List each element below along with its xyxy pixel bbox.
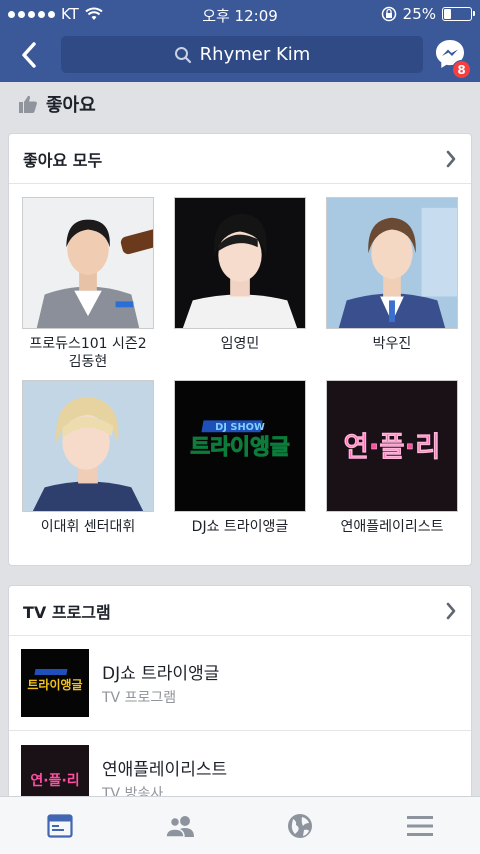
nav-bar: Rhymer Kim 8 <box>0 28 480 82</box>
likes-section-header: 좋아요 <box>0 82 480 126</box>
show-logo: 트라이앵글 <box>21 649 89 717</box>
battery-percent: 25% <box>402 5 436 23</box>
tab-menu[interactable] <box>390 801 450 851</box>
tab-notifications[interactable] <box>270 801 330 851</box>
messenger-badge: 8 <box>452 60 471 79</box>
like-item-name: 프로듀스101 시즌2 <box>29 336 147 352</box>
tab-news-feed[interactable] <box>30 801 90 851</box>
profile-photo <box>22 197 154 329</box>
tv-program-category: TV 프로그램 <box>102 690 177 706</box>
like-item[interactable]: 임영민 <box>174 197 306 353</box>
like-item[interactable]: 연·플·리 연애플레이리스트 <box>326 380 458 536</box>
tv-programs-header[interactable]: TV 프로그램 <box>9 586 471 636</box>
like-item-label: 박우진 <box>372 336 412 352</box>
profile-photo <box>174 197 306 329</box>
news-feed-icon <box>47 813 73 838</box>
status-bar: KT 오후 12:09 25% <box>0 0 480 28</box>
like-item[interactable]: 이대휘 센터대휘 <box>22 380 154 536</box>
like-item[interactable]: 프로듀스101 시즌2 김동현 <box>22 197 154 371</box>
all-likes-card: 좋아요 모두 프로듀스101 시즌2 김동현 임영민 박우진 이대휘 센터대휘 … <box>9 134 471 565</box>
wifi-icon <box>85 7 103 20</box>
bottom-tab-bar <box>0 796 480 854</box>
show-logo: 연·플·리 <box>326 380 458 512</box>
friends-icon <box>165 815 194 838</box>
chevron-right-icon <box>446 150 456 167</box>
like-item[interactable]: DJ SHOW 트라이앵글 DJ쇼 트라이앵글 <box>174 380 306 536</box>
menu-icon <box>407 815 433 836</box>
all-likes-title: 좋아요 모두 <box>23 150 103 170</box>
like-item-label: 임영민 <box>220 336 260 352</box>
thumbs-up-icon <box>19 95 37 113</box>
logo-text: 트라이앵글 <box>190 435 290 460</box>
signal-icon <box>8 10 55 18</box>
battery-icon <box>442 7 475 21</box>
tv-programs-card: TV 프로그램 트라이앵글 DJ쇼 트라이앵글 TV 프로그램 연·플·리 연애… <box>9 586 471 826</box>
likes-header-label: 좋아요 <box>46 95 96 116</box>
globe-icon <box>288 813 312 838</box>
chevron-left-icon <box>22 42 36 68</box>
tv-program-name: DJ쇼 트라이앵글 <box>102 664 220 684</box>
rotation-lock-icon <box>381 6 396 22</box>
tab-friends[interactable] <box>150 801 210 851</box>
show-logo: DJ SHOW 트라이앵글 <box>174 380 306 512</box>
search-bar[interactable]: Rhymer Kim <box>61 36 423 73</box>
like-item-label: 프로듀스101 시즌2 김동현 <box>22 335 154 371</box>
all-likes-header[interactable]: 좋아요 모두 <box>9 134 471 184</box>
like-item-label: DJ쇼 트라이앵글 <box>191 519 289 535</box>
carrier-label: KT <box>61 5 79 23</box>
tv-program-row[interactable]: 트라이앵글 DJ쇼 트라이앵글 TV 프로그램 <box>9 636 471 731</box>
search-text: Rhymer Kim <box>199 44 311 65</box>
like-item-label: 연애플레이리스트 <box>340 519 444 535</box>
top-bar: KT 오후 12:09 25% Rhymer Kim 8 <box>0 0 480 82</box>
profile-photo <box>326 197 458 329</box>
back-button[interactable] <box>14 38 44 72</box>
logo-text: 연·플·리 <box>343 430 440 463</box>
chevron-right-icon <box>446 602 456 619</box>
logo-text-top: DJ SHOW <box>215 422 265 433</box>
search-icon <box>174 46 191 63</box>
like-item[interactable]: 박우진 <box>326 197 458 353</box>
logo-text: 연·플·리 <box>30 773 79 789</box>
profile-photo <box>22 380 154 512</box>
tv-programs-title: TV 프로그램 <box>23 602 111 622</box>
like-item-label: 이대휘 센터대휘 <box>40 519 136 535</box>
logo-text: 트라이앵글 <box>27 677 82 692</box>
like-item-name-line2: 김동현 <box>68 354 108 370</box>
tv-program-name: 연애플레이리스트 <box>102 759 228 780</box>
